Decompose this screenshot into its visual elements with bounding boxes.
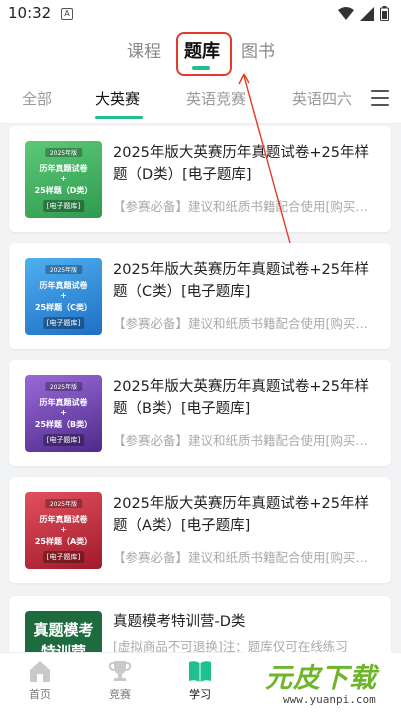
product-title: 2025年版大英赛历年真题试卷+25年样题（C类）[电子题库] xyxy=(113,262,370,300)
product-card[interactable]: 2025年版 历年真题试卷 + 25样题（B类） [电子题库] 2025年版大英… xyxy=(9,360,391,466)
cover-line-1: 历年真题试卷 xyxy=(39,515,88,524)
cover-line-1: 历年真题试卷 xyxy=(39,164,88,173)
cover-year: 2025年版 xyxy=(44,148,83,157)
cover-badge: [电子题库] xyxy=(42,200,85,212)
product-cover: 2025年版 历年真题试卷 + 25样题（C类） [电子题库] xyxy=(25,258,102,335)
cover-plus: + xyxy=(60,291,67,300)
cover-line-1: 真题模考 xyxy=(33,621,94,639)
cover-badge: [电子题库] xyxy=(42,551,85,563)
product-subtitle: 【参赛必备】建议和纸质书籍配合使用[购买… xyxy=(113,199,368,214)
product-list: 2025年版 历年真题试卷 + 25样题（D类） [电子题库] 2025年版大英… xyxy=(0,124,401,652)
product-title: 真题模考特训营-D类 xyxy=(113,614,246,630)
product-cover: 真题模考 特训营 xyxy=(25,611,102,652)
status-time: 10:32 xyxy=(8,4,52,22)
trophy-icon xyxy=(108,661,132,681)
cover-plus: + xyxy=(60,174,67,183)
nav-study[interactable]: 学习 xyxy=(175,659,225,702)
tab-books[interactable]: 图书 xyxy=(241,37,275,62)
cover-plus: + xyxy=(60,408,67,417)
category-tabs: 全部 大英赛 英语竞赛 英语四六 xyxy=(0,78,401,124)
home-icon xyxy=(30,661,50,682)
category-tab-cet[interactable]: 英语四六 xyxy=(292,88,352,109)
status-icons xyxy=(338,6,389,21)
cover-year: 2025年版 xyxy=(44,499,83,508)
cover-year: 2025年版 xyxy=(44,382,83,391)
product-subtitle: 【参赛必备】建议和纸质书籍配合使用[购买… xyxy=(113,433,368,448)
watermark-url: www.yuanpi.com xyxy=(283,693,376,706)
product-cover: 2025年版 历年真题试卷 + 25样题（A类） [电子题库] xyxy=(25,492,102,569)
product-title: 2025年版大英赛历年真题试卷+25年样题（B类）[电子题库] xyxy=(113,379,370,417)
product-title: 2025年版大英赛历年真题试卷+25年样题（A类）[电子题库] xyxy=(113,496,370,534)
nav-contest[interactable]: 竞赛 xyxy=(95,659,145,702)
book-icon xyxy=(189,661,211,682)
tab-courses[interactable]: 课程 xyxy=(127,37,161,62)
product-cover: 2025年版 历年真题试卷 + 25样题（D类） [电子题库] xyxy=(25,141,102,218)
cover-line-1: 历年真题试卷 xyxy=(39,281,88,290)
watermark: 元皮下载 www.yuanpi.com xyxy=(243,652,393,712)
nav-label: 首页 xyxy=(29,688,51,701)
status-bar: 10:32 A xyxy=(0,0,401,28)
cover-line-2: 25样题（D类） xyxy=(34,186,93,195)
product-cover: 2025年版 历年真题试卷 + 25样题（B类） [电子题库] xyxy=(25,375,102,452)
nav-home[interactable]: 首页 xyxy=(15,659,65,702)
product-subtitle: [虚拟商品不可退换]注：题库仅可在线练习 xyxy=(113,639,348,652)
product-card[interactable]: 2025年版 历年真题试卷 + 25样题（C类） [电子题库] 2025年版大英… xyxy=(9,243,391,349)
product-card[interactable]: 真题模考 特训营 真题模考特训营-D类 [虚拟商品不可退换]注：题库仅可在线练习 xyxy=(9,596,391,652)
product-subtitle: 【参赛必备】建议和纸质书籍配合使用[购买… xyxy=(113,550,368,565)
watermark-logo: 元皮下载 xyxy=(265,663,377,694)
category-tab-daying[interactable]: 大英赛 xyxy=(95,88,140,109)
battery-icon xyxy=(380,6,389,21)
cover-line-2: 特训营 xyxy=(40,643,86,652)
cover-line-2: 25样题（B类） xyxy=(34,420,93,429)
category-tab-all[interactable]: 全部 xyxy=(22,88,52,109)
wifi-icon xyxy=(338,6,354,20)
cover-badge: [电子题库] xyxy=(42,434,85,446)
menu-icon[interactable] xyxy=(371,90,389,106)
category-tab-underline xyxy=(95,116,143,119)
cover-year: 2025年版 xyxy=(44,265,83,274)
category-tab-english-contest[interactable]: 英语竞赛 xyxy=(186,88,246,109)
notification-icon: A xyxy=(61,8,73,20)
product-card[interactable]: 2025年版 历年真题试卷 + 25样题（D类） [电子题库] 2025年版大英… xyxy=(9,126,391,232)
cover-line-1: 历年真题试卷 xyxy=(39,398,88,407)
nav-label: 学习 xyxy=(189,688,211,701)
annotation-highlight-box xyxy=(176,32,232,76)
nav-label: 竞赛 xyxy=(109,688,131,701)
cover-line-2: 25样题（A类） xyxy=(34,537,93,546)
cover-badge: [电子题库] xyxy=(42,317,85,329)
cover-line-2: 25样题（C类） xyxy=(34,303,92,312)
product-card[interactable]: 2025年版 历年真题试卷 + 25样题（A类） [电子题库] 2025年版大英… xyxy=(9,477,391,583)
signal-icon xyxy=(360,6,374,21)
cover-plus: + xyxy=(60,525,67,534)
product-subtitle: 【参赛必备】建议和纸质书籍配合使用[购买… xyxy=(113,316,368,331)
product-title: 2025年版大英赛历年真题试卷+25年样题（D类）[电子题库] xyxy=(113,145,370,183)
